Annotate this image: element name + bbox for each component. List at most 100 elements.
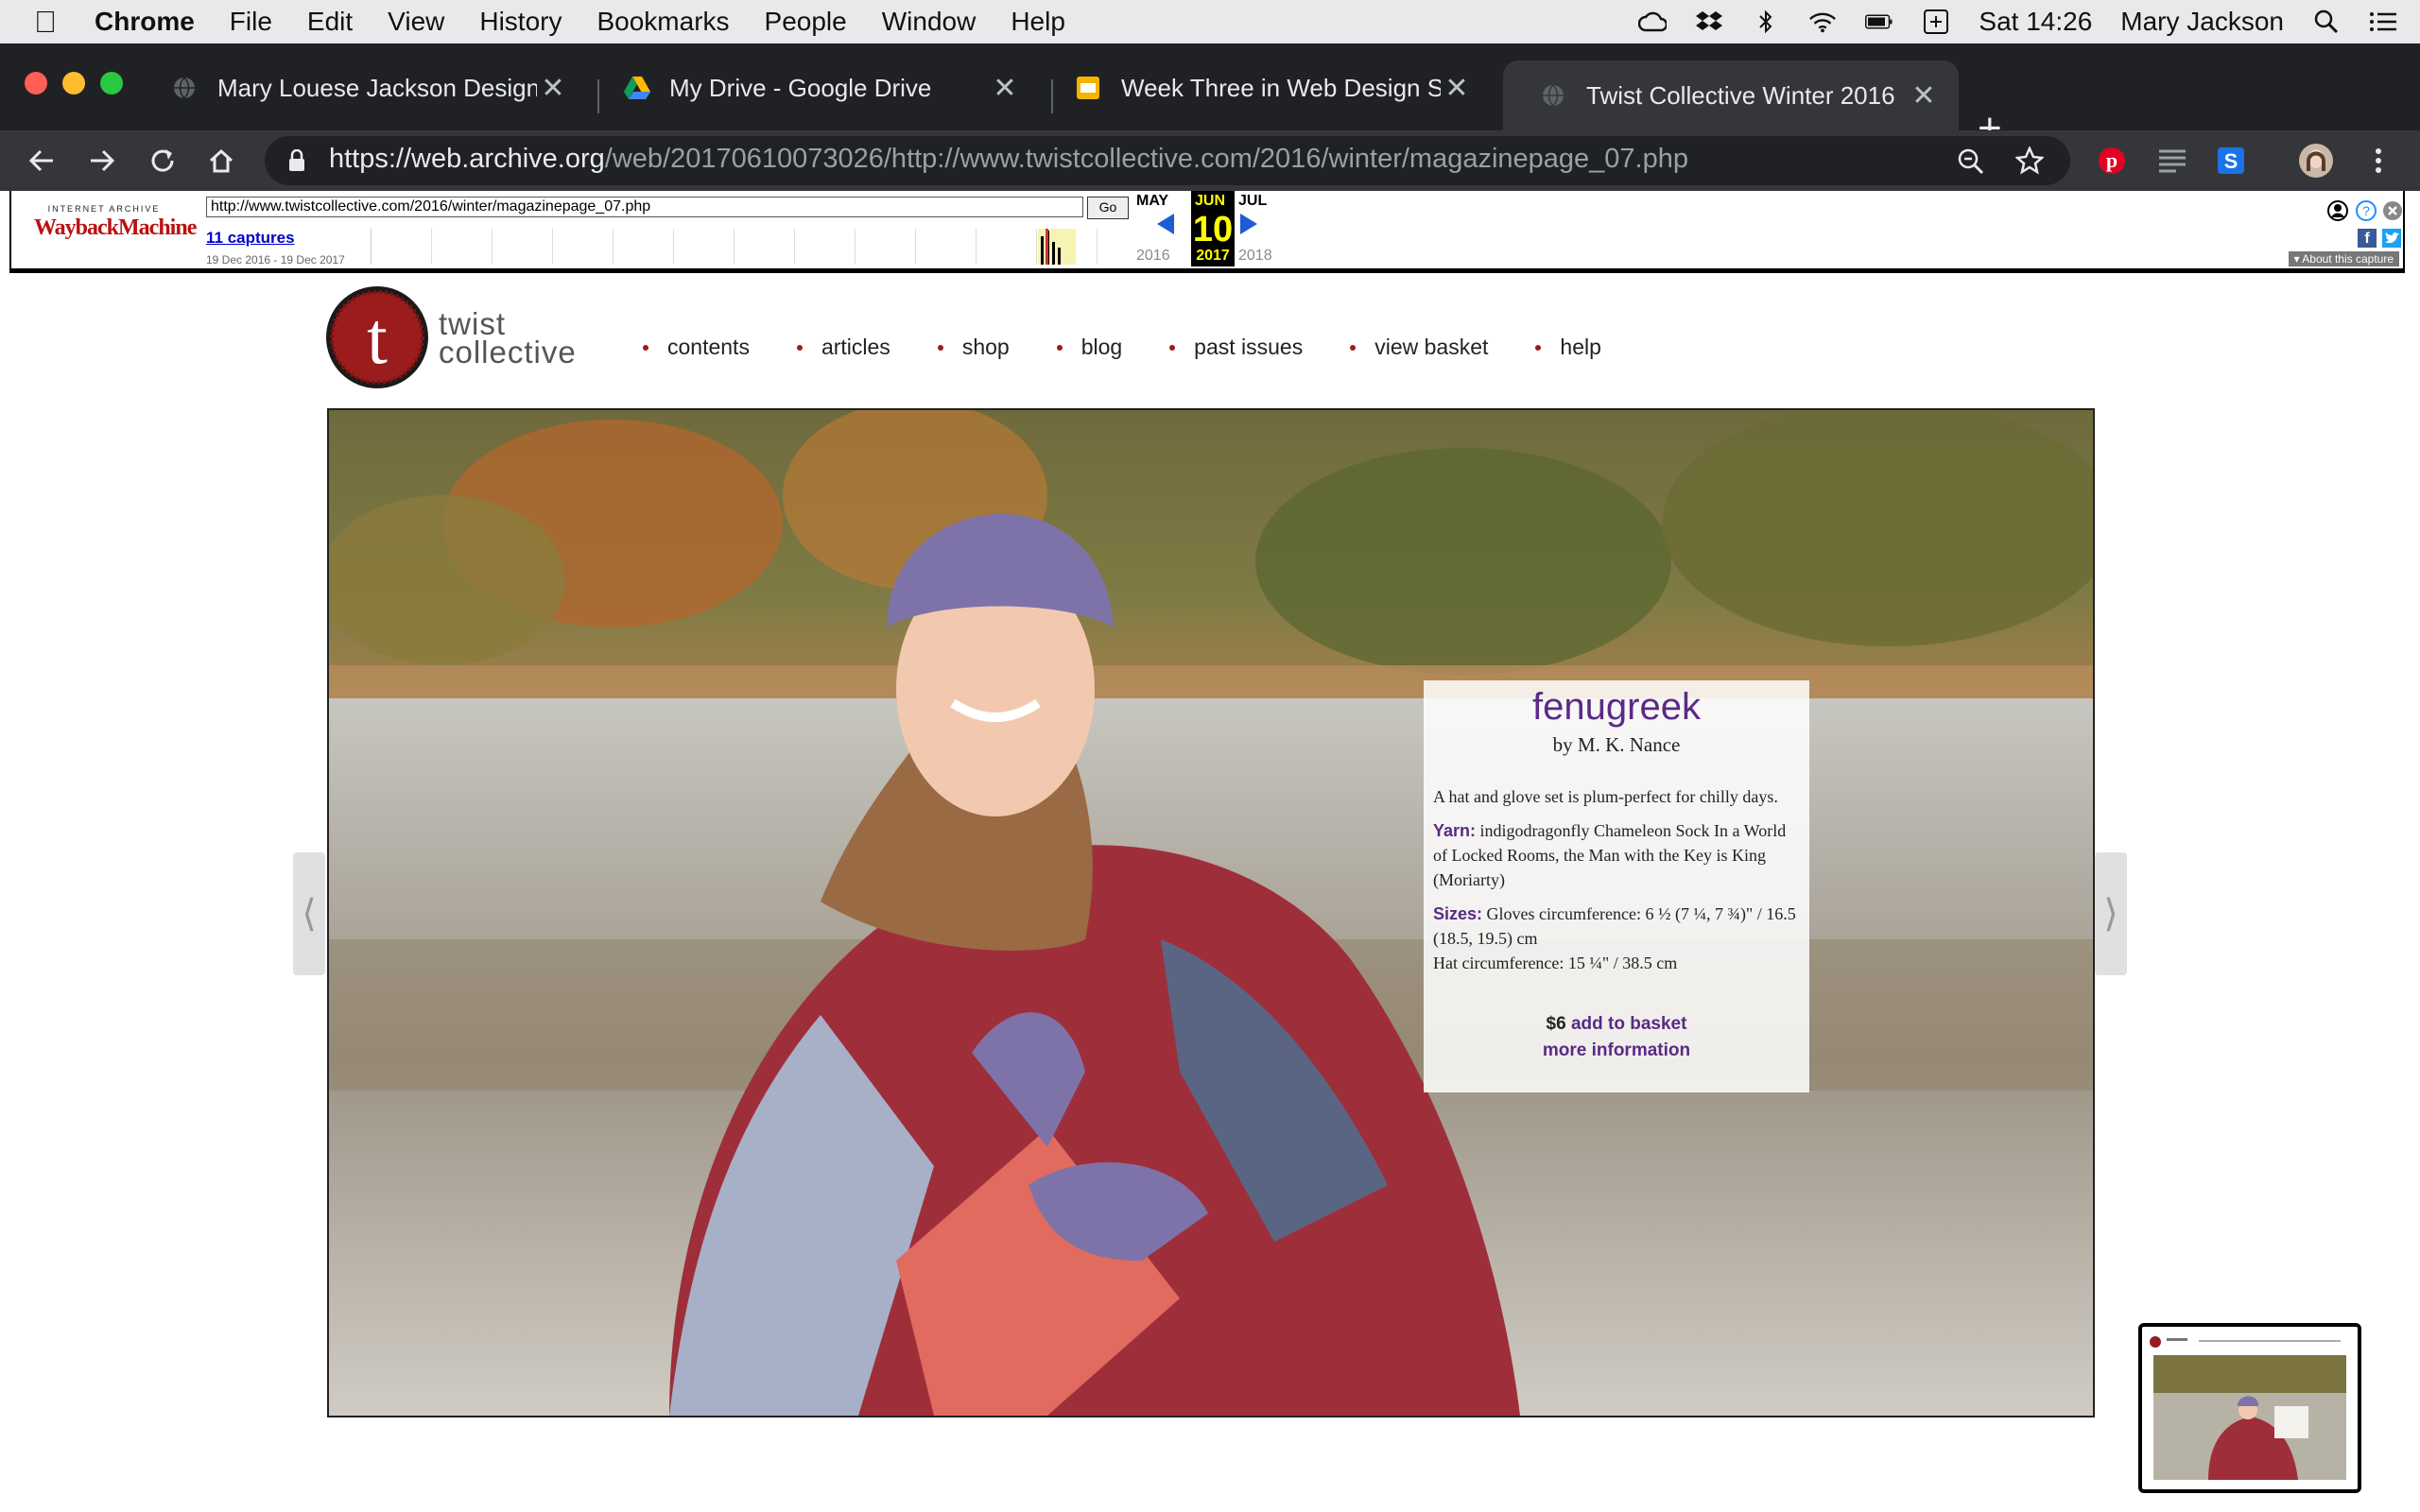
spotlight-search-icon[interactable] [2312, 9, 2341, 34]
apple-menu-icon[interactable]:  [34, 5, 57, 40]
wayback-logo[interactable]: INTERNET ARCHIVE WaybackMachine [34, 204, 197, 253]
page-thumbnail-preview[interactable] [2138, 1323, 2361, 1493]
home-button[interactable] [199, 130, 244, 191]
nav-past-issues[interactable]: past issues [1169, 335, 1303, 360]
wayback-next-arrow-icon[interactable] [1240, 214, 1257, 234]
chrome-menu-icon[interactable] [2356, 130, 2401, 191]
previous-page-arrow[interactable]: ⟨ [293, 852, 325, 975]
wayback-go-button[interactable]: Go [1087, 197, 1129, 219]
svg-text:?: ? [2362, 203, 2370, 218]
nav-bullet [796, 344, 803, 351]
tab-twist-collective[interactable]: Twist Collective Winter 2016 ✕ [1503, 60, 1959, 130]
wayback-date-range: 19 Dec 2016 - 19 Dec 2017 [206, 253, 345, 266]
nav-bullet [1056, 344, 1063, 351]
menubar-user[interactable]: Mary Jackson [2120, 7, 2284, 37]
tab-close-icon[interactable]: ✕ [989, 72, 1021, 105]
reader-extension-icon[interactable] [2150, 130, 2195, 191]
nav-help[interactable]: help [1535, 335, 1601, 360]
window-zoom-button[interactable] [100, 72, 123, 94]
sparkline-capture [1052, 242, 1055, 265]
wayback-captures-link[interactable]: 11 captures [206, 229, 295, 248]
wayback-prev-month[interactable]: MAY [1136, 193, 1168, 210]
hero-photo [327, 408, 2095, 1418]
next-page-arrow[interactable]: ⟩ [2095, 852, 2127, 975]
reload-button[interactable] [140, 130, 185, 191]
pinterest-extension-icon[interactable]: p [2089, 130, 2135, 191]
menu-file[interactable]: File [230, 7, 272, 37]
url-path: /web/20170610073026/http://www.twistcoll… [604, 144, 1689, 174]
tab-google-drive[interactable]: My Drive - Google Drive ✕ [586, 60, 1040, 115]
zoom-icon[interactable] [1957, 147, 1985, 180]
wayback-prev-year[interactable]: 2016 [1136, 248, 1170, 265]
input-source-icon[interactable] [1922, 9, 1950, 34]
window-close-button[interactable] [25, 72, 47, 94]
profile-avatar[interactable] [2293, 130, 2339, 191]
bookmark-star-icon[interactable] [2014, 145, 2045, 180]
nav-label: articles [821, 335, 890, 359]
nav-shop[interactable]: shop [937, 335, 1010, 360]
svg-text:S: S [2224, 149, 2238, 173]
wayback-next-year[interactable]: 2018 [1238, 248, 1272, 265]
wayback-url-input[interactable]: http://www.twistcollective.com/2016/wint… [206, 197, 1083, 217]
wayback-next-month[interactable]: JUL [1238, 193, 1267, 210]
menu-history[interactable]: History [479, 7, 562, 37]
url-text[interactable]: https://web.archive.org/web/201706100730… [329, 144, 1688, 175]
address-bar[interactable]: https://web.archive.org/web/201706100730… [265, 136, 2070, 185]
nav-articles[interactable]: articles [796, 335, 890, 360]
add-to-basket-link[interactable]: add to basket [1571, 1014, 1686, 1034]
menubar-status-area: Sat 14:26 Mary Jackson [1638, 0, 2397, 43]
pattern-info-card: fenugreek by M. K. Nance A hat and glove… [1424, 680, 1809, 1092]
nav-view-basket[interactable]: view basket [1350, 335, 1488, 360]
pattern-details: A hat and glove set is plum-perfect for … [1433, 784, 1798, 985]
nav-label: shop [961, 335, 1010, 359]
wayback-help-icon[interactable]: ? [2356, 200, 2377, 226]
sparkline-grid [372, 229, 1099, 265]
twitter-share-icon[interactable] [2382, 229, 2401, 248]
browser-toolbar: https://web.archive.org/web/201706100730… [0, 130, 2420, 191]
lock-icon[interactable] [287, 148, 306, 177]
wayback-sparkline[interactable] [371, 229, 1099, 265]
tab-title: Mary Louese Jackson Designs [217, 73, 537, 102]
menu-people[interactable]: People [765, 7, 847, 37]
svg-text:t: t [367, 297, 388, 379]
menu-window[interactable]: Window [882, 7, 977, 37]
bluetooth-icon[interactable] [1752, 9, 1780, 34]
window-minimize-button[interactable] [62, 72, 85, 94]
wayback-user-icon[interactable] [2327, 200, 2348, 226]
tab-web-design[interactable]: Week Three in Web Design Stu ✕ [1038, 60, 1492, 115]
facebook-share-icon[interactable]: f [2358, 229, 2377, 248]
menu-view[interactable]: View [388, 7, 444, 37]
wayback-current-year: 2017 [1196, 248, 1230, 264]
back-button[interactable] [19, 130, 64, 191]
menu-bookmarks[interactable]: Bookmarks [596, 7, 729, 37]
tab-close-icon[interactable]: ✕ [537, 72, 569, 105]
more-information-link[interactable]: more information [1543, 1040, 1690, 1060]
twist-collective-wordmark[interactable]: twist collective [439, 308, 577, 368]
menu-help[interactable]: Help [1011, 7, 1065, 37]
wayback-about-capture[interactable]: ▾ About this capture [2288, 251, 2399, 266]
menu-edit[interactable]: Edit [307, 7, 353, 37]
yarn-text: indigodragonfly Chameleon Sock In a Worl… [1433, 821, 1787, 889]
nav-contents[interactable]: contents [643, 335, 750, 360]
battery-icon[interactable] [1865, 9, 1893, 34]
notification-center-icon[interactable] [2369, 9, 2397, 34]
nav-blog[interactable]: blog [1056, 335, 1122, 360]
wayback-prev-arrow-icon[interactable] [1157, 214, 1174, 234]
dropbox-icon[interactable] [1695, 9, 1723, 34]
s-extension-icon[interactable]: S [2208, 130, 2254, 191]
forward-button[interactable] [79, 130, 125, 191]
menu-app-chrome[interactable]: Chrome [95, 7, 195, 37]
nav-label: help [1560, 335, 1601, 359]
wifi-icon[interactable] [1808, 9, 1837, 34]
creative-cloud-icon[interactable] [1638, 9, 1668, 34]
tab-mary-louese-jackson[interactable]: Mary Louese Jackson Designs ✕ [134, 60, 588, 115]
url-domain: web.archive.org [411, 144, 605, 174]
tab-close-icon[interactable]: ✕ [1441, 72, 1473, 105]
wayback-close-icon[interactable] [2382, 200, 2403, 226]
url-scheme: https:// [329, 144, 412, 174]
sparkline-year-highlight [1038, 229, 1076, 265]
nav-bullet [1350, 344, 1357, 351]
menubar-clock[interactable]: Sat 14:26 [1979, 7, 2092, 37]
tab-close-icon[interactable]: ✕ [1908, 79, 1940, 112]
twist-logo-icon[interactable]: t [325, 285, 429, 389]
